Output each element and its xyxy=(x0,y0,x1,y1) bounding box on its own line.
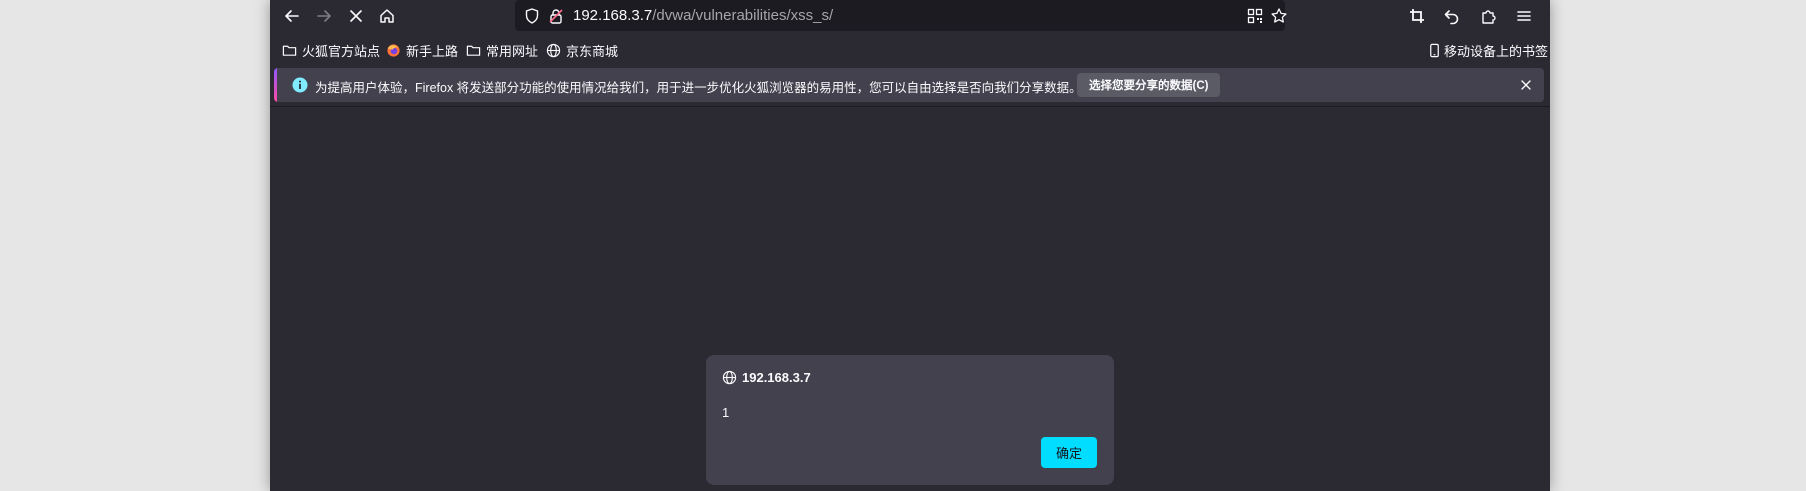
dialog-message: 1 xyxy=(722,405,730,420)
bookmark-item[interactable]: 火狐官方站点 xyxy=(282,41,380,60)
shield-icon[interactable] xyxy=(523,7,541,25)
home-button[interactable] xyxy=(373,4,401,28)
browser-window: 192.168.3.7/dvwa/vulnerabilities/xss_s/ … xyxy=(270,0,1550,491)
mobile-device-icon xyxy=(1430,43,1439,58)
globe-icon xyxy=(722,370,737,385)
bookmarks-toolbar: 火狐官方站点 新手上路 常用网址 京东商城 移动设备上的书签 xyxy=(270,33,1550,66)
hamburger-menu-icon xyxy=(1517,11,1531,21)
notification-bar: 为提高用户体验，Firefox 将发送部分功能的使用情况给我们，用于进一步优化火… xyxy=(274,68,1544,102)
folder-icon xyxy=(466,45,481,56)
screenshot-button[interactable] xyxy=(1403,4,1431,28)
bookmark-label: 京东商城 xyxy=(566,44,619,59)
bookmark-label: 火狐官方站点 xyxy=(302,44,381,59)
puzzle-icon xyxy=(1482,10,1496,24)
bookmark-star-icon[interactable] xyxy=(1270,7,1288,25)
dialog-title: 192.168.3.7 xyxy=(722,370,811,385)
bookmark-label: 常用网址 xyxy=(486,44,539,59)
undo-button[interactable] xyxy=(1438,4,1466,28)
notification-accent-stripe xyxy=(274,68,277,102)
home-icon xyxy=(380,9,394,23)
url-path: /dvwa/vulnerabilities/xss_s/ xyxy=(652,7,834,24)
extensions-button[interactable] xyxy=(1475,4,1503,28)
close-icon[interactable] xyxy=(1518,77,1534,93)
folder-icon xyxy=(282,45,297,56)
mobile-bookmarks-label: 移动设备上的书签 xyxy=(1444,44,1549,59)
firefox-icon xyxy=(387,44,400,57)
url-host: 192.168.3.7 xyxy=(573,7,653,24)
alert-dialog: 192.168.3.7 1 确定 xyxy=(706,355,1114,485)
dialog-title-text: 192.168.3.7 xyxy=(742,370,811,385)
bookmark-item[interactable]: 常用网址 xyxy=(466,41,538,60)
insecure-lock-icon[interactable] xyxy=(547,7,565,25)
choose-share-data-button[interactable]: 选择您要分享的数据(C) xyxy=(1077,73,1221,97)
crop-icon xyxy=(1410,9,1424,23)
navigation-toolbar: 192.168.3.7/dvwa/vulnerabilities/xss_s/ xyxy=(270,0,1550,33)
globe-icon xyxy=(546,43,561,58)
url-bar[interactable]: 192.168.3.7/dvwa/vulnerabilities/xss_s/ xyxy=(515,0,1288,31)
bookmark-item[interactable]: 京东商城 xyxy=(546,41,618,60)
stop-button[interactable] xyxy=(342,4,370,28)
forward-button[interactable] xyxy=(310,4,338,28)
mobile-bookmarks[interactable]: 移动设备上的书签 xyxy=(1427,41,1548,60)
menu-button[interactable] xyxy=(1510,4,1538,28)
info-icon xyxy=(292,77,308,93)
back-button[interactable] xyxy=(278,4,306,28)
back-arrow-icon xyxy=(285,10,299,22)
qr-code-icon[interactable] xyxy=(1246,7,1264,25)
forward-arrow-icon xyxy=(317,10,331,22)
ok-button[interactable]: 确定 xyxy=(1041,437,1097,468)
undo-arrow-icon xyxy=(1444,10,1459,25)
close-x-icon xyxy=(350,10,362,22)
url-text[interactable]: 192.168.3.7/dvwa/vulnerabilities/xss_s/ xyxy=(573,7,833,24)
bookmark-item[interactable]: 新手上路 xyxy=(386,41,458,60)
bookmark-label: 新手上路 xyxy=(406,44,459,59)
notification-message: 为提高用户体验，Firefox 将发送部分功能的使用情况给我们，用于进一步优化火… xyxy=(315,81,1082,95)
